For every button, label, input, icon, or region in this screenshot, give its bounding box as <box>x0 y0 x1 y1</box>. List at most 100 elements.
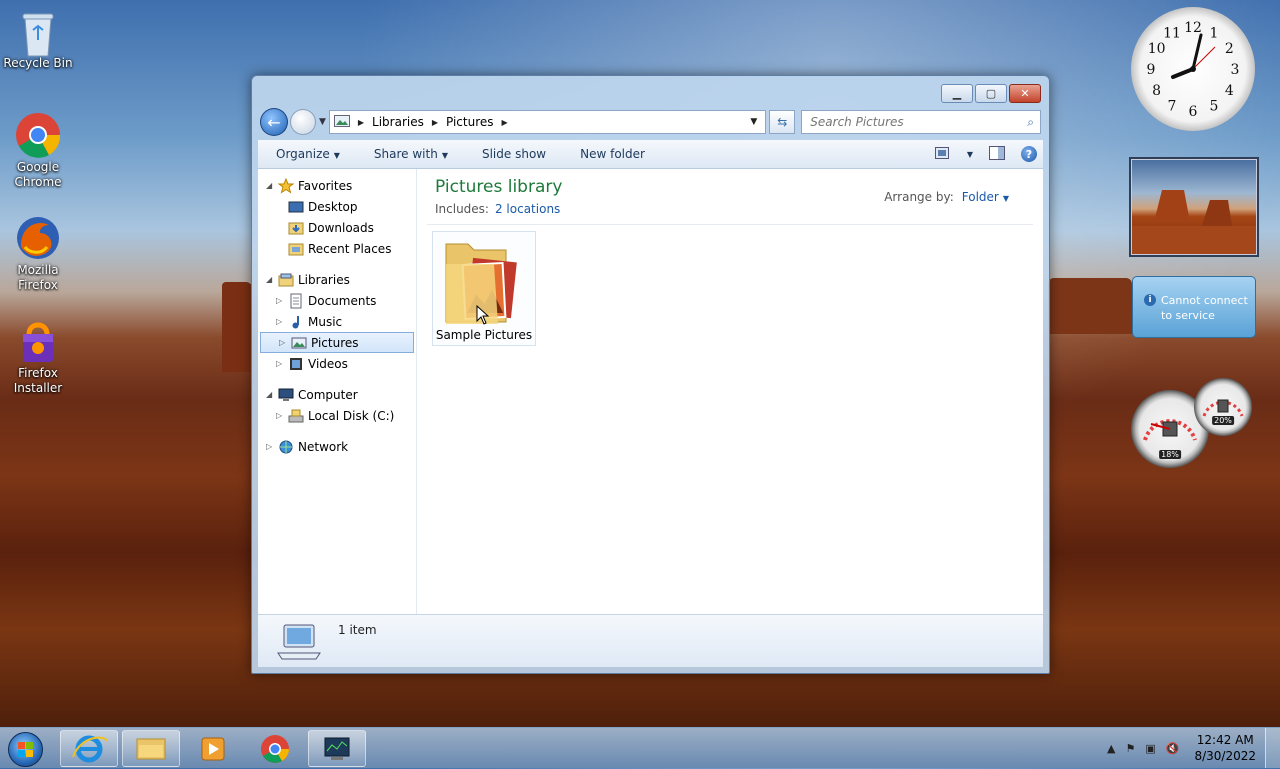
tree-favorites[interactable]: ◢ Favorites <box>258 175 416 196</box>
network-icon <box>278 439 294 455</box>
chevron-down-icon[interactable]: ▼ <box>1003 194 1009 203</box>
folder-sample-pictures[interactable]: Sample Pictures <box>432 231 536 346</box>
recent-places-icon <box>288 241 304 257</box>
tree-desktop[interactable]: Desktop <box>258 196 416 217</box>
tree-pictures[interactable]: ▷ Pictures <box>260 332 414 353</box>
maximize-button[interactable]: ▢ <box>975 84 1007 103</box>
tree-label: Videos <box>308 356 348 371</box>
firefox-icon <box>15 215 61 261</box>
taskbar-clock[interactable]: 12:42 AM 8/30/2022 <box>1194 732 1256 764</box>
downloads-folder-icon <box>288 220 304 236</box>
star-icon <box>277 177 295 194</box>
tree-gap <box>258 374 416 384</box>
breadcrumb-separator-icon[interactable]: ▶ <box>432 118 438 127</box>
refresh-button[interactable]: ⇆ <box>769 110 796 134</box>
weather-gadget[interactable]: i Cannot connect to service <box>1132 276 1256 338</box>
share-with-label: Share with <box>373 147 438 161</box>
network-status-icon[interactable]: ▣ <box>1145 742 1155 755</box>
taskbar-media-player[interactable] <box>184 730 242 767</box>
collapsed-arrow-icon[interactable]: ▷ <box>266 442 276 451</box>
chrome-icon <box>15 112 61 158</box>
preview-pane-button[interactable] <box>989 145 1005 163</box>
forward-button[interactable] <box>289 109 316 135</box>
collapsed-arrow-icon[interactable]: ▷ <box>279 338 289 347</box>
desktop-icon-firefox-installer[interactable]: Firefox Installer <box>0 318 76 396</box>
new-folder-button[interactable]: New folder <box>562 147 661 161</box>
search-box[interactable]: ⌕ <box>801 110 1041 134</box>
action-center-flag-icon[interactable]: ⚑ <box>1125 742 1135 755</box>
navigation-bar: ← ▼ ▶ Libraries ▶ Pictures ▶ ▼ ⇆ ⌕ <box>260 106 1041 138</box>
clock-gadget[interactable]: 12 1 2 3 4 5 6 7 8 9 10 11 <box>1131 7 1255 131</box>
taskbar-task-manager[interactable] <box>308 730 366 767</box>
breadcrumb-separator-icon[interactable]: ▶ <box>502 118 508 127</box>
clock-numeral: 2 <box>1225 41 1234 57</box>
taskbar-windows-explorer[interactable] <box>122 730 180 767</box>
collapsed-arrow-icon[interactable]: ▷ <box>276 317 286 326</box>
expanded-arrow-icon[interactable]: ◢ <box>266 390 276 399</box>
tree-music[interactable]: ▷ Music <box>258 311 416 332</box>
breadcrumb-pictures[interactable]: Pictures <box>446 115 494 129</box>
tree-documents[interactable]: ▷ Documents <box>258 290 416 311</box>
taskbar-google-chrome[interactable] <box>246 730 304 767</box>
task-manager-icon <box>324 737 350 760</box>
search-input[interactable] <box>808 114 1013 130</box>
change-view-button[interactable] <box>934 146 951 162</box>
slide-show-button[interactable]: Slide show <box>464 147 562 161</box>
videos-icon <box>288 356 304 372</box>
share-with-button[interactable]: Share with ▼ <box>356 147 464 161</box>
memory-meter-gadget[interactable]: 20% <box>1194 378 1252 436</box>
preview-pane-icon <box>989 145 1005 160</box>
pictures-icon <box>291 335 307 351</box>
recent-pages-dropdown[interactable]: ▼ <box>319 117 326 127</box>
clock-numeral: 4 <box>1225 83 1234 99</box>
start-button[interactable] <box>2 730 46 767</box>
desktop-icon-mozilla-firefox[interactable]: Mozilla Firefox <box>0 215 76 293</box>
expanded-arrow-icon[interactable]: ◢ <box>266 181 276 190</box>
desktop-icon-recycle-bin[interactable]: Recycle Bin <box>0 8 76 71</box>
tree-label: Music <box>308 314 343 329</box>
search-icon[interactable]: ⌕ <box>1027 115 1034 130</box>
minimize-button[interactable]: ▁ <box>941 84 973 103</box>
internet-explorer-icon <box>72 735 108 763</box>
collapsed-arrow-icon[interactable]: ▷ <box>276 411 286 420</box>
address-bar[interactable]: ▶ Libraries ▶ Pictures ▶ ▼ <box>328 110 767 134</box>
organize-button[interactable]: Organize ▼ <box>258 147 356 161</box>
taskbar-internet-explorer[interactable] <box>60 730 118 767</box>
mesa-right <box>1048 278 1132 334</box>
show-hidden-icons-button[interactable]: ▲ <box>1107 742 1115 755</box>
tree-network[interactable]: ▷ Network <box>258 436 416 457</box>
tree-label: Computer <box>298 387 358 402</box>
tree-computer[interactable]: ◢ Computer <box>258 384 416 405</box>
collapsed-arrow-icon[interactable]: ▷ <box>276 359 286 368</box>
clock-numeral: 12 <box>1184 20 1202 36</box>
expanded-arrow-icon[interactable]: ◢ <box>266 275 276 284</box>
tree-videos[interactable]: ▷ Videos <box>258 353 416 374</box>
address-dropdown-icon[interactable]: ▼ <box>750 117 757 127</box>
help-icon[interactable]: ? <box>1021 146 1037 162</box>
tree-recent-places[interactable]: Recent Places <box>258 238 416 259</box>
tree-label: Recent Places <box>308 241 392 256</box>
mouse-cursor-icon <box>476 305 490 325</box>
show-desktop-button[interactable] <box>1265 728 1280 768</box>
tree-label: Local Disk (C:) <box>308 408 395 423</box>
memory-percent: 20% <box>1212 416 1234 425</box>
explorer-window: ▁ ▢ ✕ ← ▼ ▶ Libraries ▶ Pictures ▶ ▼ ⇆ ⌕… <box>251 75 1050 674</box>
clock-numeral: 9 <box>1147 62 1156 78</box>
view-options-dropdown-icon[interactable]: ▼ <box>967 150 973 159</box>
tree-downloads[interactable]: Downloads <box>258 217 416 238</box>
breadcrumb-separator-icon[interactable]: ▶ <box>358 118 364 127</box>
volume-muted-icon[interactable]: 🔇 <box>1166 742 1180 755</box>
slideshow-gadget[interactable] <box>1131 159 1257 255</box>
tree-label: Libraries <box>298 272 350 287</box>
desktop-icon-google-chrome[interactable]: Google Chrome <box>0 112 76 190</box>
tree-local-disk[interactable]: ▷ Local Disk (C:) <box>258 405 416 426</box>
collapsed-arrow-icon[interactable]: ▷ <box>276 296 286 305</box>
arrange-by-dropdown[interactable]: Folder <box>962 190 999 204</box>
back-button[interactable]: ← <box>260 108 288 136</box>
includes-locations-link[interactable]: 2 locations <box>495 202 560 216</box>
chevron-down-icon: ▼ <box>333 151 340 160</box>
tree-libraries[interactable]: ◢ Libraries <box>258 269 416 290</box>
breadcrumb-libraries[interactable]: Libraries <box>372 115 424 129</box>
minute-hand <box>1191 33 1203 71</box>
close-button[interactable]: ✕ <box>1009 84 1041 103</box>
